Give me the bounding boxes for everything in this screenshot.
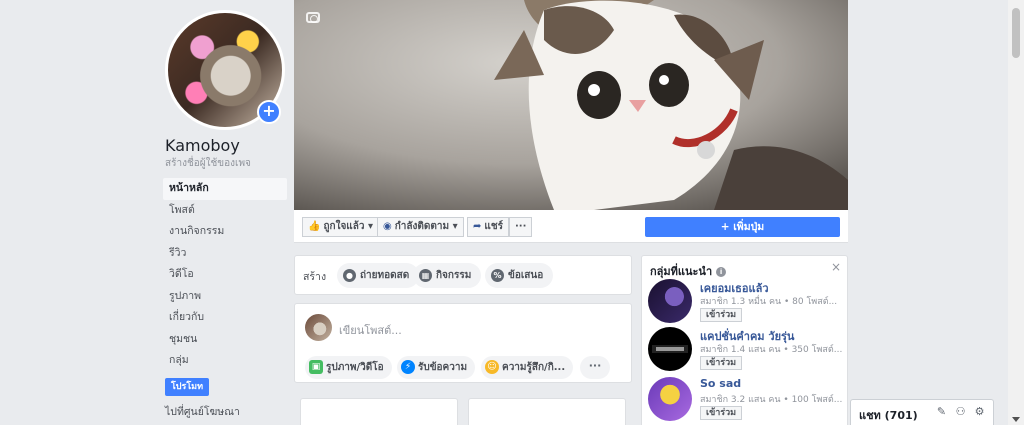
suggested-groups-card: กลุ่มที่แนะนำ i × เคยอมเธอแล้ว สมาชิก 1.3… bbox=[641, 255, 848, 425]
group-name[interactable]: So sad bbox=[700, 377, 741, 390]
feeling-activity-button[interactable]: ☺ ความรู้สึก/กิ... bbox=[481, 356, 574, 379]
group-image[interactable] bbox=[648, 279, 692, 323]
promote-button[interactable]: โปรโมท bbox=[165, 378, 209, 396]
rss-icon: ◉ bbox=[383, 221, 392, 232]
sidebar-item-home[interactable]: หน้าหลัก bbox=[163, 178, 287, 200]
more-options-button[interactable]: ··· bbox=[509, 217, 533, 237]
messenger-icon: ⚡ bbox=[401, 360, 415, 374]
create-card: สร้าง ● ถ่ายทอดสด ▦ กิจกรรม % ข้อเสนอ bbox=[294, 255, 632, 295]
sidebar-item-reviews[interactable]: รีวิว bbox=[163, 243, 287, 265]
create-offer-button[interactable]: % ข้อเสนอ bbox=[485, 263, 554, 288]
group-meta: สมาชิก 1.4 แสน คน • 350 โพสต์... bbox=[700, 345, 843, 355]
page-action-bar: 👍 ถูกใจแล้ว ▾ ◉ กำลังติดตาม ▾ ➦ แชร์ ··· + … bbox=[294, 210, 848, 243]
sidebar-item-about[interactable]: เกี่ยวกับ bbox=[163, 307, 287, 329]
create-username-link[interactable]: สร้างชื่อผู้ใช้ของเพจ bbox=[165, 156, 251, 171]
profile-picture[interactable]: + bbox=[165, 10, 285, 130]
write-post-input[interactable]: เขียนโพสต์... bbox=[339, 321, 402, 339]
camera-icon[interactable] bbox=[306, 12, 320, 23]
scroll-down-arrow-icon[interactable] bbox=[1012, 417, 1020, 422]
group-image[interactable] bbox=[648, 377, 692, 421]
sidebar-item-posts[interactable]: โพสต์ bbox=[163, 200, 287, 222]
list-item: แคปชั่นคำคม วัยรุ่น สมาชิก 1.4 แสน คน • … bbox=[648, 327, 848, 375]
create-event-button[interactable]: ▦ กิจกรรม bbox=[413, 263, 482, 288]
cover-photo[interactable] bbox=[294, 0, 848, 210]
add-button[interactable]: + เพิ่มปุ่ม bbox=[645, 217, 840, 237]
chat-bar[interactable]: แชท (701) ✎ ⚇ ⚙ bbox=[850, 399, 994, 425]
post-preview-card[interactable] bbox=[468, 398, 626, 425]
follow-button[interactable]: ◉ กำลังติดตาม ▾ bbox=[377, 217, 464, 237]
list-item: So sad สมาชิก 3.2 แสน คน • 100 โพสต์... … bbox=[648, 377, 848, 425]
join-group-button[interactable]: เข้าร่วม bbox=[700, 406, 743, 420]
like-button[interactable]: 👍 ถูกใจแล้ว ▾ bbox=[302, 217, 380, 237]
add-profile-photo-button[interactable]: + bbox=[257, 100, 281, 124]
group-meta: สมาชิก 3.2 แสน คน • 100 โพสต์... bbox=[700, 395, 843, 405]
suggested-groups-title: กลุ่มที่แนะนำ i bbox=[650, 262, 727, 280]
new-group-icon[interactable]: ⚇ bbox=[954, 405, 967, 418]
list-item: เคยอมเธอแล้ว สมาชิก 1.3 หมื่น คน • 80 โพ… bbox=[648, 279, 848, 327]
post-preview-card[interactable] bbox=[300, 398, 458, 425]
go-live-button[interactable]: ● ถ่ายทอดสด bbox=[337, 263, 420, 288]
page-name[interactable]: Kamoboy bbox=[165, 136, 240, 155]
offer-tag-icon: % bbox=[491, 268, 504, 282]
cat-cover-image bbox=[294, 0, 848, 210]
sidebar-item-videos[interactable]: วิดีโอ bbox=[163, 264, 287, 286]
sidebar-item-photos[interactable]: รูปภาพ bbox=[163, 286, 287, 308]
page-scrollbar[interactable] bbox=[1008, 0, 1024, 425]
smiley-icon: ☺ bbox=[485, 360, 499, 374]
join-group-button[interactable]: เข้าร่วม bbox=[700, 356, 743, 370]
thumbs-up-icon: 👍 bbox=[308, 221, 321, 232]
page-sidebar-nav: หน้าหลัก โพสต์ งานกิจกรรม รีวิว วิดีโอ ร… bbox=[163, 178, 287, 372]
video-camera-icon: ● bbox=[343, 268, 356, 282]
group-meta: สมาชิก 1.3 หมื่น คน • 80 โพสต์... bbox=[700, 297, 838, 307]
share-icon: ➦ bbox=[473, 221, 482, 232]
join-group-button[interactable]: เข้าร่วม bbox=[700, 308, 743, 322]
get-messages-button[interactable]: ⚡ รับข้อความ bbox=[397, 356, 476, 379]
chat-label[interactable]: แชท (701) bbox=[859, 406, 918, 424]
sidebar-item-community[interactable]: ชุมชน bbox=[163, 329, 287, 351]
group-logo-image bbox=[652, 345, 688, 353]
composer-more-button[interactable]: ··· bbox=[580, 356, 610, 379]
sidebar-item-events[interactable]: งานกิจกรรม bbox=[163, 221, 287, 243]
new-message-icon[interactable]: ✎ bbox=[935, 405, 948, 418]
gear-icon[interactable]: ⚙ bbox=[973, 405, 986, 418]
calendar-icon: ▦ bbox=[419, 268, 432, 282]
sidebar-item-groups[interactable]: กลุ่ม bbox=[163, 350, 287, 372]
scrollbar-thumb[interactable] bbox=[1012, 8, 1020, 58]
share-button[interactable]: ➦ แชร์ bbox=[467, 217, 509, 237]
photo-icon: ▣ bbox=[309, 360, 323, 374]
group-image[interactable] bbox=[648, 327, 692, 371]
post-composer: เขียนโพสต์... ▣ รูปภาพ/วิดีโอ ⚡ รับข้อความ… bbox=[294, 303, 632, 383]
info-icon[interactable]: i bbox=[716, 267, 727, 277]
composer-avatar bbox=[305, 314, 332, 341]
photo-video-button[interactable]: ▣ รูปภาพ/วิดีโอ bbox=[305, 356, 392, 379]
close-icon[interactable]: × bbox=[831, 260, 841, 274]
ads-center-link[interactable]: ไปที่ศูนย์โฆษณา bbox=[165, 403, 240, 420]
create-label: สร้าง bbox=[303, 271, 327, 283]
